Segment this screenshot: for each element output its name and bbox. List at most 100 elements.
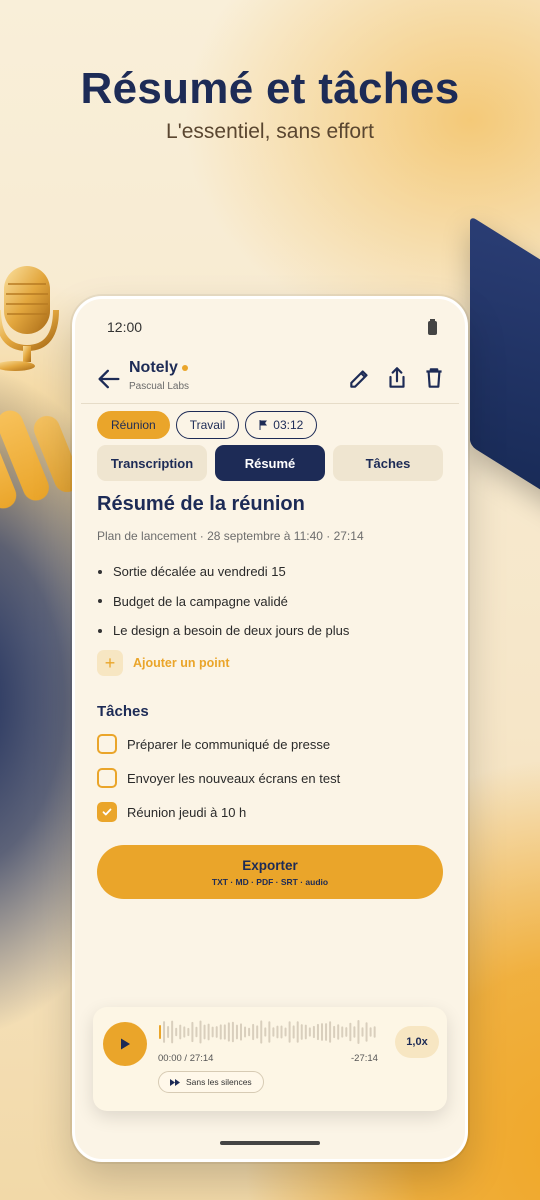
waveform-bar xyxy=(316,1023,319,1041)
tab-tasks[interactable]: Tâches xyxy=(333,445,443,481)
waveform-bar xyxy=(179,1024,182,1040)
waveform-bar xyxy=(345,1027,348,1037)
summary-title: Résumé de la réunion xyxy=(97,493,305,515)
waveform-bar xyxy=(252,1023,255,1041)
waveform-bar xyxy=(349,1022,352,1042)
task-item[interactable]: Réunion jeudi à 10 h xyxy=(97,802,246,822)
export-label: Exporter xyxy=(242,857,298,873)
waveform-bar xyxy=(244,1026,247,1038)
bullet-icon xyxy=(98,569,102,574)
speed-button[interactable]: 1,0x xyxy=(395,1026,439,1058)
add-point-button[interactable]: + Ajouter un point xyxy=(97,650,230,676)
hero-title: Résumé et tâches xyxy=(80,64,460,113)
waveform-bar xyxy=(256,1025,259,1039)
tab-bar: Transcription Résumé Tâches xyxy=(97,445,443,481)
summary-point-text: Budget de la campagne validé xyxy=(113,593,288,609)
waveform-bar xyxy=(207,1023,210,1041)
hero-subtitle: L'essentiel, sans effort xyxy=(166,120,374,143)
waveform-bar xyxy=(191,1021,194,1043)
skip-silences-label: Sans les silences xyxy=(186,1077,252,1087)
summary-point-text: Sortie décalée au vendredi 15 xyxy=(113,564,286,580)
waveform-bar xyxy=(183,1026,186,1038)
task-item[interactable]: Envoyer les nouveaux écrans en test xyxy=(97,768,340,788)
waveform-bar xyxy=(341,1026,344,1038)
tab-summary[interactable]: Résumé xyxy=(215,445,325,481)
waveform-bar xyxy=(333,1025,336,1039)
waveform-bar xyxy=(288,1021,291,1043)
playback-position: 00:00 / 27:14 xyxy=(158,1053,214,1064)
waveform-bar xyxy=(171,1020,174,1044)
waveform-bar xyxy=(260,1020,263,1044)
waveform-bar xyxy=(163,1021,166,1043)
waveform[interactable] xyxy=(158,1017,380,1047)
waveform-bar xyxy=(268,1021,271,1043)
waveform-bar xyxy=(199,1020,202,1044)
summary-point: Le design a besoin de deux jours de plus xyxy=(97,616,443,646)
decorative-sound-bars xyxy=(0,400,85,520)
bullet-icon xyxy=(98,599,102,604)
flag-chip[interactable]: 03:12 xyxy=(245,411,318,439)
battery-icon xyxy=(428,319,437,335)
app-name: Notely xyxy=(129,359,188,377)
summary-points: Sortie décalée au vendredi 15 Budget de … xyxy=(97,557,443,646)
phone-frame: 12:00 Notely Pascual Labs Réunion Travai… xyxy=(72,296,468,1162)
waveform-bar xyxy=(308,1027,311,1037)
waveform-bar xyxy=(276,1025,279,1039)
task-label: Réunion jeudi à 10 h xyxy=(127,804,247,820)
category-chip[interactable]: Réunion xyxy=(97,411,170,439)
waveform-bar xyxy=(272,1027,275,1037)
waveform-bar xyxy=(240,1023,242,1041)
tab-transcription[interactable]: Transcription xyxy=(97,445,207,481)
share-icon[interactable] xyxy=(384,365,410,391)
fast-forward-icon xyxy=(170,1078,180,1086)
play-button[interactable] xyxy=(103,1022,147,1066)
waveform-bar xyxy=(211,1026,214,1038)
export-button[interactable]: Exporter TXT · MD · PDF · SRT · audio xyxy=(97,845,443,899)
waveform-bar xyxy=(175,1027,178,1037)
tag-chip[interactable]: Travail xyxy=(175,411,240,439)
waveform-bar xyxy=(203,1024,206,1040)
waveform-bar xyxy=(373,1026,376,1038)
microphone-illustration xyxy=(0,266,59,371)
status-time: 12:00 xyxy=(107,319,143,335)
waveform-bar xyxy=(280,1025,283,1039)
waveform-bar xyxy=(248,1027,251,1037)
waveform-bar xyxy=(159,1025,161,1039)
decorative-notebook xyxy=(470,215,540,515)
task-item[interactable]: Préparer le communiqué de presse xyxy=(97,734,330,754)
waveform-bar xyxy=(353,1026,356,1038)
back-arrow-icon[interactable] xyxy=(95,365,123,393)
tasks-title: Tâches xyxy=(97,703,149,720)
waveform-bar xyxy=(292,1025,295,1039)
app-organization: Pascual Labs xyxy=(129,381,190,392)
waveform-bar xyxy=(296,1021,299,1043)
waveform-bar xyxy=(312,1025,315,1039)
app-bar-divider xyxy=(81,403,459,404)
waveform-bar xyxy=(235,1024,238,1040)
task-checkbox[interactable] xyxy=(97,734,117,754)
waveform-bar xyxy=(369,1027,372,1037)
app-bar: Notely Pascual Labs xyxy=(75,357,465,403)
playback-remaining: -27:14 xyxy=(351,1053,378,1064)
task-checkbox[interactable] xyxy=(97,768,117,788)
waveform-bar xyxy=(284,1027,287,1037)
plus-icon: + xyxy=(97,650,123,676)
audio-player: 00:00 / 27:14 -27:14 1,0x Sans les silen… xyxy=(93,1007,447,1111)
waveform-bar xyxy=(215,1026,218,1038)
skip-silences-toggle[interactable]: Sans les silences xyxy=(158,1071,264,1093)
play-icon xyxy=(121,1038,130,1050)
waveform-bar xyxy=(361,1027,364,1037)
edit-icon[interactable] xyxy=(347,365,373,391)
waveform-bar xyxy=(231,1021,234,1043)
waveform-bar xyxy=(304,1024,307,1040)
task-label: Envoyer les nouveaux écrans en test xyxy=(127,770,341,786)
summary-point: Sortie décalée au vendredi 15 xyxy=(97,557,443,587)
waveform-bar xyxy=(264,1027,267,1037)
add-point-label: Ajouter un point xyxy=(133,656,230,670)
delete-icon[interactable] xyxy=(421,365,447,391)
summary-point: Budget de la campagne validé xyxy=(97,587,443,617)
summary-meta: Plan de lancement · 28 septembre à 11:40… xyxy=(97,529,364,543)
home-indicator[interactable] xyxy=(220,1141,320,1145)
chip-row: Réunion Travail 03:12 xyxy=(97,411,318,439)
task-checkbox-checked[interactable] xyxy=(97,802,117,822)
